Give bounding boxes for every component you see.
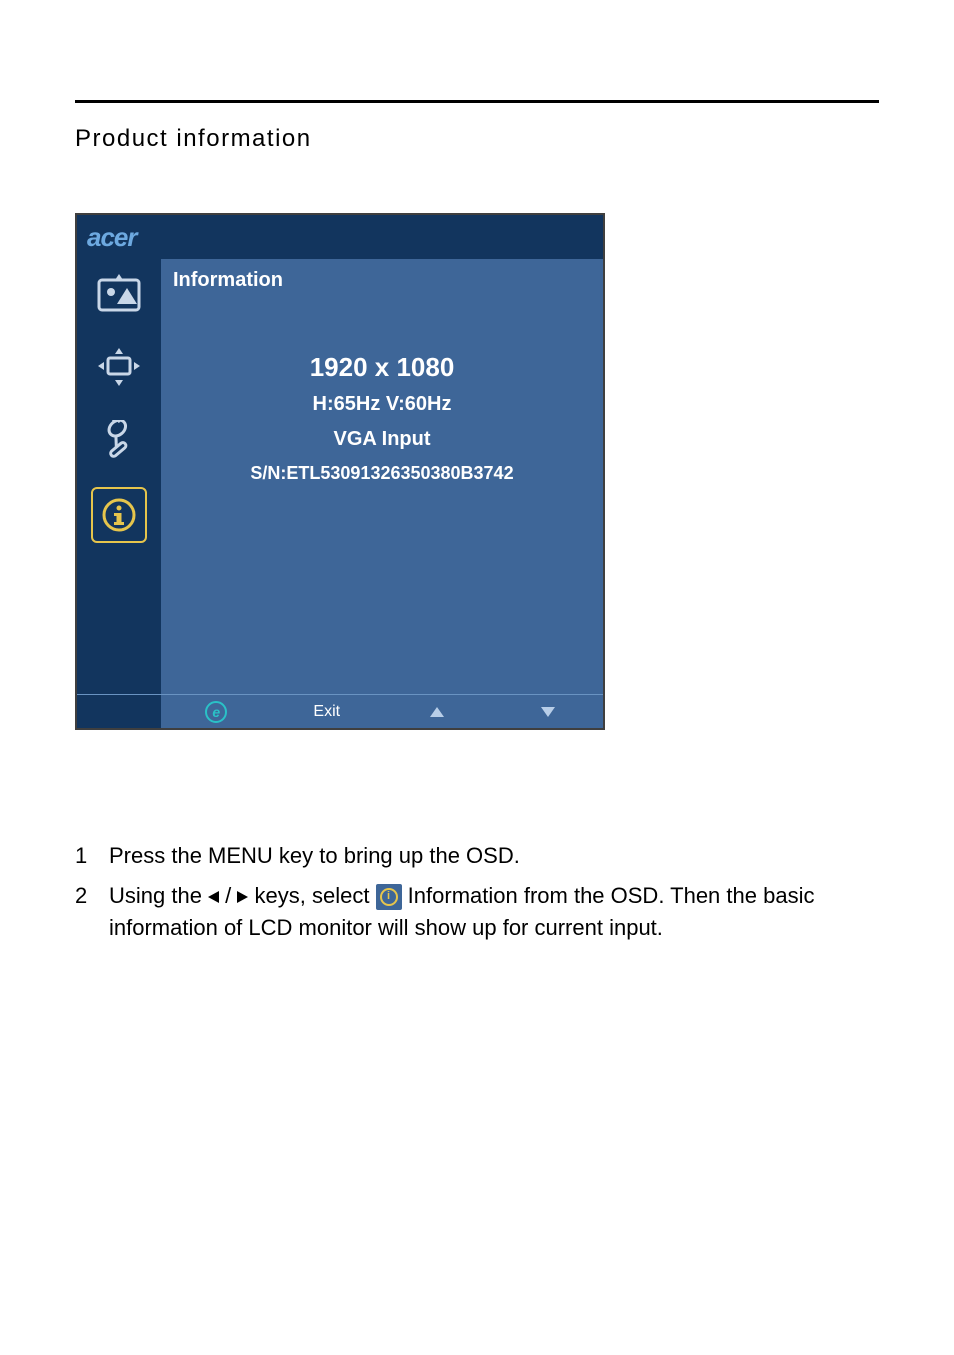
- osd-footer-buttons: e Exit: [161, 695, 603, 728]
- settings-icon: [96, 420, 142, 462]
- footer-exit-button[interactable]: Exit: [272, 703, 383, 721]
- instr-text-fragment: keys, select: [248, 883, 375, 908]
- page-title: Product information: [75, 125, 879, 153]
- osd-footer: e Exit: [77, 694, 603, 728]
- instruction-text: Press the MENU key to bring up the OSD.: [109, 840, 879, 872]
- osd-panel: acer: [75, 213, 605, 730]
- footer-up-button[interactable]: [382, 707, 493, 717]
- footer-down-button[interactable]: [493, 707, 604, 717]
- arrow-left-icon: [208, 891, 219, 903]
- osd-footer-spacer: [77, 695, 161, 728]
- instruction-number: 2: [75, 880, 109, 944]
- empowering-icon: e: [205, 701, 227, 723]
- osd-frequency: H:65Hz V:60Hz: [173, 393, 591, 416]
- instruction-text: Using the / keys, select i Information f…: [109, 880, 879, 944]
- sidebar-item-information[interactable]: [91, 487, 147, 543]
- instructions-list: 1 Press the MENU key to bring up the OSD…: [75, 840, 879, 944]
- horizontal-divider: [75, 100, 879, 103]
- sidebar-item-osd-position[interactable]: [91, 339, 147, 395]
- inline-info-icon: i: [376, 884, 402, 910]
- osd-body: Information 1920 x 1080 H:65Hz V:60Hz VG…: [77, 259, 603, 694]
- arrow-down-icon: [541, 707, 555, 717]
- osd-section-title: Information: [173, 269, 591, 292]
- osd-content-panel: Information 1920 x 1080 H:65Hz V:60Hz VG…: [161, 259, 603, 694]
- instruction-item: 2 Using the / keys, select i Information…: [75, 880, 879, 944]
- picture-icon: [97, 274, 141, 312]
- brand-logo: acer: [87, 222, 137, 253]
- instr-text-fragment: Using the: [109, 883, 208, 908]
- osd-brand-bar: acer: [77, 215, 603, 259]
- footer-empower-button[interactable]: e: [161, 701, 272, 723]
- osd-sidebar: [77, 259, 161, 694]
- sidebar-item-settings[interactable]: [91, 413, 147, 469]
- osd-input-source: VGA Input: [173, 428, 591, 451]
- osd-resolution: 1920 x 1080: [173, 352, 591, 383]
- instruction-item: 1 Press the MENU key to bring up the OSD…: [75, 840, 879, 872]
- osd-serial-number: S/N:ETL53091326350380B3742: [173, 463, 591, 484]
- arrow-up-icon: [430, 707, 444, 717]
- instruction-number: 1: [75, 840, 109, 872]
- info-icon: [100, 496, 138, 534]
- sidebar-item-picture[interactable]: [91, 265, 147, 321]
- position-icon: [96, 346, 142, 388]
- arrow-right-icon: [237, 891, 248, 903]
